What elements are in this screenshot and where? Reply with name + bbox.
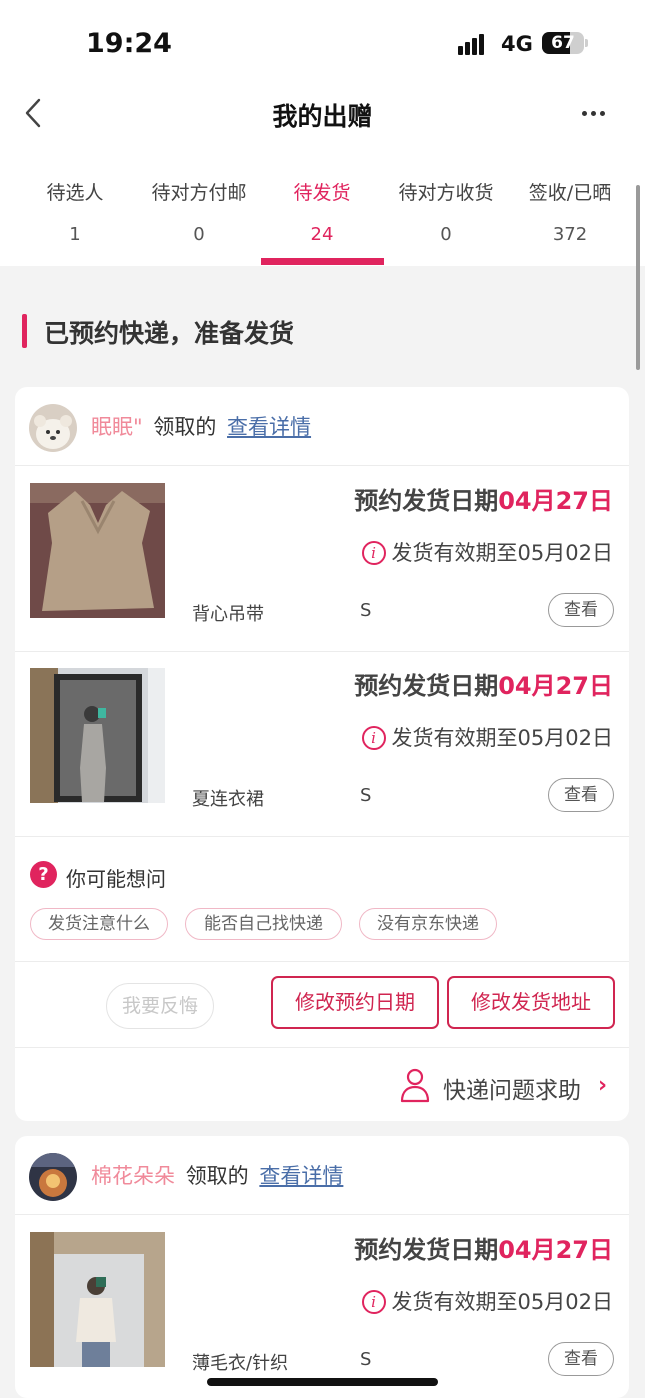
item-name: 薄毛衣/针织 xyxy=(192,1353,289,1374)
avatar[interactable] xyxy=(29,1153,77,1201)
tab-label: 签收/已晒 xyxy=(528,182,612,204)
view-button[interactable]: 查看 xyxy=(548,778,614,812)
item-photo[interactable] xyxy=(30,483,165,618)
info-icon: i xyxy=(361,1290,386,1314)
claimed-label: 领取的 xyxy=(153,415,217,439)
more-button[interactable] xyxy=(578,103,610,123)
tab-count: 0 xyxy=(440,224,452,245)
scrollbar[interactable] xyxy=(636,185,640,370)
tab-signed[interactable]: 签收/已晒 372 xyxy=(508,178,632,245)
receiver-name[interactable]: 棉花朵朵 xyxy=(91,1164,175,1188)
list-item[interactable]: 预约发货日期04月27日 i 发货有效期至05月02日 夏连衣裙 S 查看 xyxy=(15,652,629,837)
ship-date: 04月27日 xyxy=(498,672,613,700)
tab-pending-postage[interactable]: 待对方付邮 0 xyxy=(137,178,261,245)
tab-pending-ship[interactable]: 待发货 24 xyxy=(260,178,384,245)
item-size: S xyxy=(360,785,372,806)
faq-section: ? 你可能想问 发货注意什么 能否自己找快递 没有京东快递 xyxy=(15,837,629,962)
faq-chip[interactable]: 没有京东快递 xyxy=(359,908,497,940)
info-icon: i xyxy=(361,726,386,750)
tab-label: 待发货 xyxy=(293,182,351,204)
ship-date-label: 预约发货日期04月27日 xyxy=(354,487,613,515)
section-accent-bar xyxy=(22,314,27,348)
avatar[interactable] xyxy=(29,404,77,452)
item-size: S xyxy=(360,1349,372,1370)
ship-date: 04月27日 xyxy=(498,1236,613,1264)
tab-label: 待选人 xyxy=(46,182,104,204)
tab-pending-select[interactable]: 待选人 1 xyxy=(13,178,137,245)
view-details-link[interactable]: 查看详情 xyxy=(259,1164,343,1188)
list-item[interactable]: 预约发货日期04月27日 i 发货有效期至05月02日 薄毛衣/针织 S 查看 xyxy=(15,1216,629,1398)
change-address-button[interactable]: 修改发货地址 xyxy=(447,976,615,1029)
tab-label: 待对方付邮 xyxy=(151,182,247,204)
home-indicator[interactable] xyxy=(207,1378,438,1386)
faq-title: 你可能想问 xyxy=(66,867,166,891)
card-header: 眠眠" 领取的 查看详情 xyxy=(15,387,629,466)
page-title: 我的出赠 xyxy=(272,102,373,131)
battery-level: 67 xyxy=(551,33,575,53)
item-photo[interactable] xyxy=(30,1232,165,1367)
question-icon: ? xyxy=(30,861,57,888)
status-time: 19:24 xyxy=(86,28,172,59)
gift-card: 眠眠" 领取的 查看详情 预约发货日期04月27日 i 发货有效期至05月02日 … xyxy=(15,387,629,1121)
list-item[interactable]: 预约发货日期04月27日 i 发货有效期至05月02日 背心吊带 S 查看 xyxy=(15,467,629,652)
change-date-button[interactable]: 修改预约日期 xyxy=(271,976,439,1029)
card-actions: 我要反悔 修改预约日期 修改发货地址 xyxy=(15,963,629,1048)
person-icon xyxy=(400,1068,430,1103)
courier-help-label: 快递问题求助 xyxy=(443,1078,581,1104)
view-button[interactable]: 查看 xyxy=(548,1342,614,1376)
tab-label: 待对方收货 xyxy=(398,182,494,204)
faq-chip[interactable]: 发货注意什么 xyxy=(30,908,168,940)
courier-help-row[interactable]: 快递问题求助 › xyxy=(15,1049,629,1121)
header: 19:24 4G 67 我的出赠 待选人 1 待对方付邮 0 待发货 24 待对… xyxy=(0,0,645,266)
tab-count: 1 xyxy=(69,224,81,245)
tab-pending-receive[interactable]: 待对方收货 0 xyxy=(384,178,508,245)
receiver-name[interactable]: 眠眠" xyxy=(91,415,143,439)
regret-button[interactable]: 我要反悔 xyxy=(106,983,214,1029)
view-button[interactable]: 查看 xyxy=(548,593,614,627)
item-name: 夏连衣裙 xyxy=(192,789,264,810)
view-details-link[interactable]: 查看详情 xyxy=(227,415,311,439)
faq-chip[interactable]: 能否自己找快递 xyxy=(185,908,342,940)
valid-until: i 发货有效期至05月02日 xyxy=(345,722,613,752)
claimed-label: 领取的 xyxy=(185,1164,249,1188)
chevron-right-icon: › xyxy=(598,1073,608,1098)
battery-icon: 67 xyxy=(542,32,584,54)
item-photo[interactable] xyxy=(30,668,165,803)
info-icon: i xyxy=(361,541,386,565)
card-header: 棉花朵朵 领取的 查看详情 xyxy=(15,1136,629,1215)
tab-count: 372 xyxy=(552,224,588,245)
tab-count: 24 xyxy=(310,224,334,245)
valid-until: i 发货有效期至05月02日 xyxy=(345,537,613,567)
signal-icon xyxy=(458,33,492,55)
section-title: 已预约快递，准备发货 xyxy=(44,319,295,348)
active-tab-indicator xyxy=(261,258,384,265)
ship-date-label: 预约发货日期04月27日 xyxy=(354,672,613,700)
valid-until: i 发货有效期至05月02日 xyxy=(345,1286,613,1316)
tab-count: 0 xyxy=(193,224,205,245)
ship-date-label: 预约发货日期04月27日 xyxy=(354,1236,613,1264)
network-type: 4G xyxy=(501,32,533,56)
item-name: 背心吊带 xyxy=(192,604,264,625)
item-size: S xyxy=(360,600,372,621)
gift-card: 棉花朵朵 领取的 查看详情 预约发货日期04月27日 i 发货有效期至05月02日… xyxy=(15,1136,629,1398)
ship-date: 04月27日 xyxy=(498,487,613,515)
